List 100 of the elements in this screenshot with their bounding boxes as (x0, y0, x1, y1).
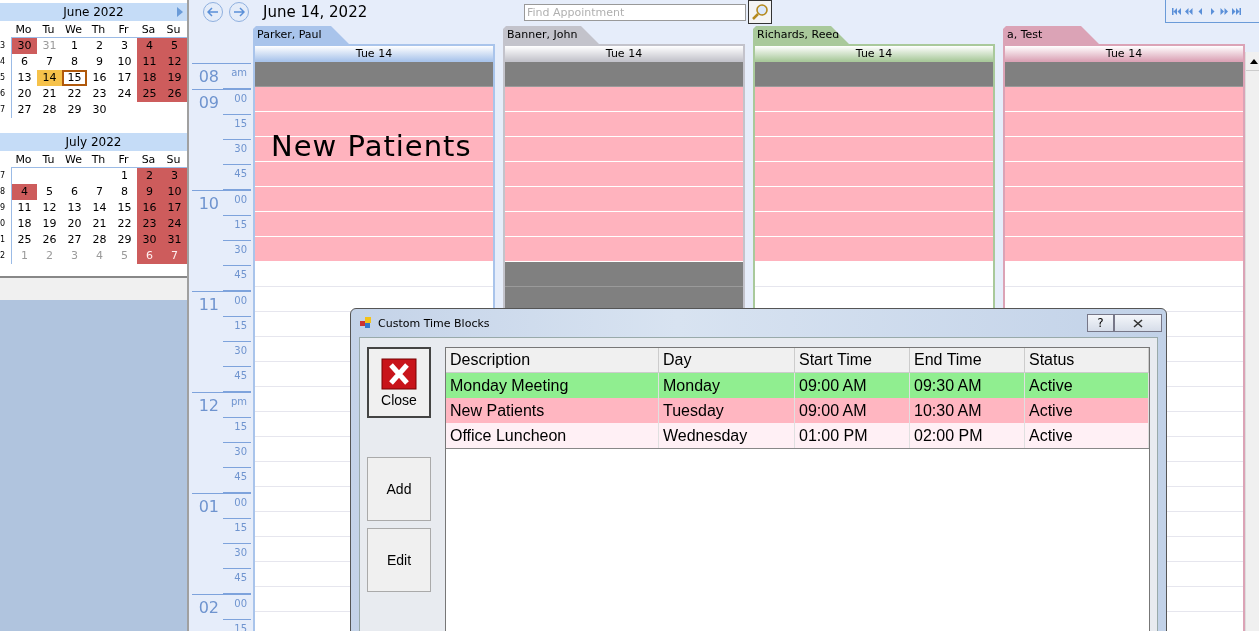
calendar-day[interactable]: 24 (162, 216, 187, 232)
fast-forward-icon[interactable] (1220, 6, 1229, 16)
calendar-day[interactable]: 14 (37, 70, 62, 86)
resource-tab[interactable]: a, Test (1003, 26, 1099, 44)
help-button[interactable]: ? (1087, 314, 1114, 332)
calendar-day[interactable]: 16 (87, 70, 112, 86)
column-header[interactable]: End Time (910, 348, 1025, 373)
blocked-time[interactable] (505, 62, 743, 87)
custom-time-block[interactable] (505, 87, 743, 262)
calendar-day[interactable]: 21 (87, 216, 112, 232)
search-field[interactable]: Find Appointment (524, 3, 746, 21)
column-header[interactable]: Day (659, 348, 795, 373)
next-icon[interactable] (1208, 6, 1217, 16)
calendar-day[interactable]: 23 (137, 216, 162, 232)
calendar-day[interactable]: 11 (137, 54, 162, 70)
calendar-day[interactable]: 28 (37, 102, 62, 118)
column-header[interactable]: Status (1025, 348, 1149, 373)
calendar-day[interactable]: 10 (162, 184, 187, 200)
table-row[interactable]: Office Luncheon Wednesday 01:00 PM 02:00 PM Active (446, 423, 1149, 448)
calendar-day[interactable]: 5 (37, 184, 62, 200)
calendar-day[interactable]: 19 (162, 70, 187, 86)
column-header[interactable]: Start Time (795, 348, 910, 373)
calendar-day[interactable]: 6 (12, 54, 37, 70)
calendar-day[interactable]: 18 (12, 216, 37, 232)
calendar-day[interactable]: 13 (12, 70, 37, 86)
calendar-day[interactable]: 18 (137, 70, 162, 86)
time-slot[interactable] (255, 287, 493, 312)
custom-time-block[interactable] (1005, 87, 1243, 262)
action-button[interactable]: Edit (367, 528, 431, 592)
calendar-day[interactable]: 8 (62, 54, 87, 70)
calendar-day[interactable]: 20 (62, 216, 87, 232)
calendar-day[interactable]: 14 (87, 200, 112, 216)
calendar-day[interactable]: 27 (62, 232, 87, 248)
first-page-icon[interactable] (1172, 6, 1181, 16)
search-button[interactable] (748, 0, 772, 24)
calendar-day[interactable]: 29 (62, 102, 87, 118)
calendar-day[interactable]: 20 (12, 86, 37, 102)
calendar-day[interactable]: 28 (87, 232, 112, 248)
calendar-day[interactable]: 30 (12, 38, 37, 54)
calendar-day[interactable]: 17 (162, 200, 187, 216)
calendar-day[interactable]: 3 (112, 38, 137, 54)
calendar-day[interactable]: 25 (137, 86, 162, 102)
forward-button[interactable] (229, 2, 249, 22)
calendar-day[interactable]: 2 (137, 168, 162, 184)
calendar-day[interactable]: 3 (162, 168, 187, 184)
calendar-day[interactable]: 4 (12, 184, 37, 200)
calendar-day[interactable]: 10 (112, 54, 137, 70)
back-button[interactable] (203, 2, 223, 22)
resource-tab[interactable]: Parker, Paul (253, 26, 349, 44)
calendar-day[interactable]: 19 (37, 216, 62, 232)
calendar-day[interactable]: 26 (162, 86, 187, 102)
calendar-day[interactable]: 30 (137, 232, 162, 248)
calendar-day[interactable]: 6 (62, 184, 87, 200)
table-row[interactable]: New Patients Tuesday 09:00 AM 10:30 AM Active (446, 398, 1149, 423)
calendar-day[interactable]: 11 (12, 200, 37, 216)
calendar-day[interactable]: 16 (137, 200, 162, 216)
calendar-day[interactable]: 9 (87, 54, 112, 70)
column-header[interactable]: Description (446, 348, 659, 373)
calendar-day[interactable]: 12 (37, 200, 62, 216)
calendar-day[interactable]: 22 (112, 216, 137, 232)
calendar-day[interactable]: 24 (112, 86, 137, 102)
blocked-time[interactable] (755, 62, 993, 87)
calendar-day[interactable]: 31 (162, 232, 187, 248)
calendar-day[interactable]: 25 (12, 232, 37, 248)
caret-up-icon[interactable] (1250, 58, 1258, 64)
last-page-icon[interactable] (1232, 6, 1241, 16)
table-row[interactable]: Monday Meeting Monday 09:00 AM 09:30 AM Active (446, 373, 1149, 398)
calendar-day[interactable]: 13 (62, 200, 87, 216)
scrollbar[interactable] (1245, 52, 1259, 631)
calendar-day[interactable]: 12 (162, 54, 187, 70)
calendar-day[interactable]: 30 (87, 102, 112, 118)
calendar-day[interactable]: 1 (112, 168, 137, 184)
calendar-day[interactable]: 23 (87, 86, 112, 102)
blocked-time[interactable] (255, 62, 493, 87)
calendar-day[interactable]: 9 (137, 184, 162, 200)
action-button[interactable]: Add (367, 457, 431, 521)
calendar-day[interactable]: 4 (137, 38, 162, 54)
calendar-day[interactable]: 26 (37, 232, 62, 248)
custom-time-block[interactable]: New Patients (255, 87, 493, 262)
calendar-day[interactable]: 15 (62, 70, 87, 86)
calendar-day[interactable]: 8 (112, 184, 137, 200)
blocked-time[interactable] (1005, 62, 1243, 87)
resource-tab[interactable]: Banner, John (503, 26, 599, 44)
calendar-day[interactable]: 7 (87, 184, 112, 200)
custom-time-block[interactable] (755, 87, 993, 262)
calendar-day[interactable]: 22 (62, 86, 87, 102)
calendar-day[interactable]: 27 (12, 102, 37, 118)
calendar-day[interactable]: 6 (137, 248, 162, 264)
calendar-day[interactable]: 5 (162, 38, 187, 54)
calendar-day[interactable]: 1 (62, 38, 87, 54)
resource-tab[interactable]: Richards, Reed (753, 26, 849, 44)
calendar-day[interactable]: 15 (112, 200, 137, 216)
rewind-icon[interactable] (1184, 6, 1193, 16)
close-dialog-button[interactable]: Close (367, 347, 431, 418)
calendar-day[interactable]: 17 (112, 70, 137, 86)
calendar-day[interactable]: 2 (87, 38, 112, 54)
calendar-day[interactable]: 7 (162, 248, 187, 264)
close-button[interactable] (1114, 314, 1162, 332)
calendar-day[interactable]: 7 (37, 54, 62, 70)
next-month-icon[interactable] (177, 7, 183, 17)
